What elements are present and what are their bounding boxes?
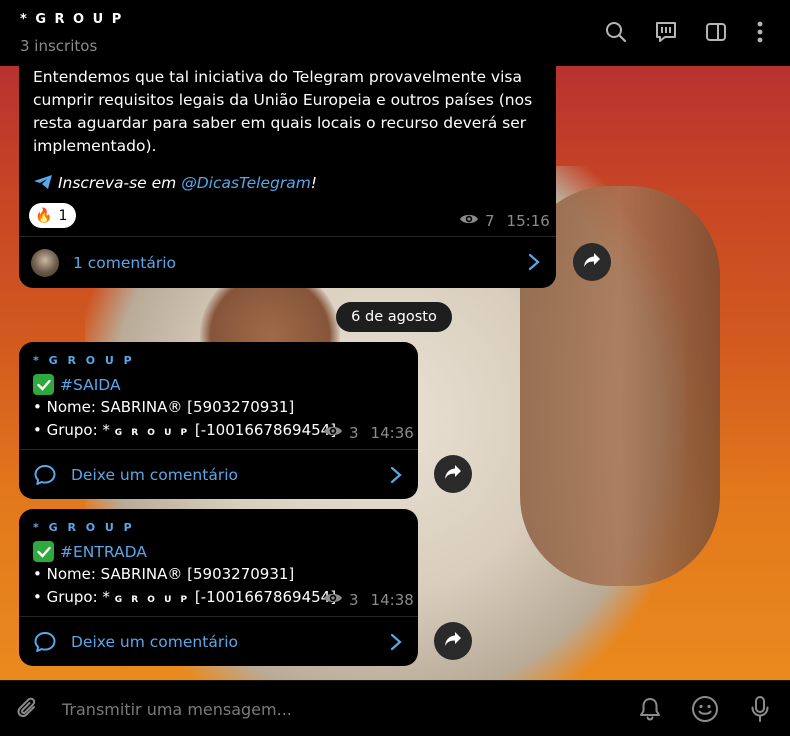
view-count: 7 bbox=[485, 212, 495, 230]
message-composer bbox=[0, 680, 790, 736]
message-sender[interactable]: * G R O U P bbox=[33, 521, 135, 534]
comment-bubble-icon bbox=[33, 463, 57, 487]
post-text: Entendemos que tal iniciativa do Telegra… bbox=[33, 68, 533, 155]
message-group-line: • Grupo: * G R O U P [-1001667869454] bbox=[33, 588, 336, 606]
attach-icon[interactable] bbox=[14, 695, 42, 723]
emoji-icon[interactable] bbox=[691, 695, 719, 723]
channel-message-1: * G R O U P #SAIDA • Nome: SABRINA® [590… bbox=[19, 342, 418, 499]
promo-suffix: ! bbox=[310, 174, 318, 192]
reaction-count: 1 bbox=[58, 207, 68, 224]
channel-title[interactable]: * G R O U P bbox=[20, 12, 123, 27]
chat-header: * G R O U P 3 inscritos bbox=[0, 0, 790, 66]
group-line-name: G R O U P bbox=[114, 428, 191, 438]
search-icon[interactable] bbox=[604, 20, 628, 44]
sidebar-icon[interactable] bbox=[704, 20, 728, 44]
message-input[interactable] bbox=[62, 697, 582, 721]
date-separator: 6 de agosto bbox=[336, 302, 452, 332]
message-name-line: • Nome: SABRINA® [5903270931] bbox=[33, 398, 295, 416]
message-meta: 3 14:38 bbox=[323, 591, 414, 609]
promo-link[interactable]: @DicasTelegram bbox=[181, 174, 311, 192]
share-icon bbox=[583, 252, 601, 272]
checkmark-icon bbox=[33, 374, 54, 395]
commenter-avatar bbox=[31, 248, 59, 277]
hashtag-link[interactable]: #SAIDA bbox=[60, 376, 121, 394]
view-count: 3 bbox=[349, 424, 359, 442]
group-line-id: [-1001667869454] bbox=[190, 421, 337, 439]
telegram-icon bbox=[33, 174, 58, 192]
more-icon[interactable] bbox=[748, 20, 772, 44]
message-group-line: • Grupo: * G R O U P [-1001667869454] bbox=[33, 421, 336, 439]
message-name-line: • Nome: SABRINA® [5903270931] bbox=[33, 565, 295, 583]
share-button[interactable] bbox=[573, 243, 611, 281]
leave-comment-label: Deixe um comentário bbox=[71, 632, 238, 651]
group-line-prefix: • Grupo: * bbox=[33, 421, 115, 439]
channel-post: Entendemos que tal iniciativa do Telegra… bbox=[19, 66, 556, 288]
comment-count-label: 1 comentário bbox=[73, 253, 176, 272]
message-time: 14:36 bbox=[370, 424, 414, 442]
hashtag-link[interactable]: #ENTRADA bbox=[60, 543, 147, 561]
eye-icon bbox=[323, 424, 343, 442]
message-tag: #ENTRADA bbox=[33, 541, 147, 562]
share-button[interactable] bbox=[434, 455, 472, 493]
message-meta: 3 14:36 bbox=[323, 424, 414, 442]
group-line-id: [-1001667869454] bbox=[190, 588, 337, 606]
chevron-right-icon bbox=[390, 633, 402, 655]
chat-icon[interactable] bbox=[654, 20, 678, 44]
bell-icon[interactable] bbox=[636, 695, 664, 723]
chat-background: Entendemos que tal iniciativa do Telegra… bbox=[0, 66, 790, 680]
share-icon bbox=[444, 464, 462, 484]
share-button[interactable] bbox=[434, 622, 472, 660]
leave-comment-label: Deixe um comentário bbox=[71, 465, 238, 484]
leave-comment-button[interactable]: Deixe um comentário bbox=[19, 616, 418, 666]
group-line-name: G R O U P bbox=[114, 595, 191, 605]
post-meta: 7 15:16 bbox=[459, 212, 550, 230]
leave-comment-button[interactable]: Deixe um comentário bbox=[19, 449, 418, 499]
eye-icon bbox=[459, 212, 479, 230]
checkmark-icon bbox=[33, 541, 54, 562]
chevron-right-icon bbox=[528, 253, 540, 275]
reaction-chip[interactable]: 🔥 1 bbox=[29, 203, 77, 228]
eye-icon bbox=[323, 591, 343, 609]
group-line-prefix: • Grupo: * bbox=[33, 588, 115, 606]
promo-prefix: Inscreva-se em bbox=[57, 174, 182, 192]
mic-icon[interactable] bbox=[746, 695, 774, 723]
post-time: 15:16 bbox=[506, 212, 550, 230]
channel-message-2: * G R O U P #ENTRADA • Nome: SABRINA® [5… bbox=[19, 509, 418, 666]
message-time: 14:38 bbox=[370, 591, 414, 609]
comment-bubble-icon bbox=[33, 630, 57, 654]
chevron-right-icon bbox=[390, 466, 402, 488]
comments-button[interactable]: 1 comentário bbox=[19, 236, 556, 288]
message-tag: #SAIDA bbox=[33, 374, 121, 395]
message-sender[interactable]: * G R O U P bbox=[33, 354, 135, 367]
fire-icon: 🔥 bbox=[35, 207, 53, 224]
share-icon bbox=[444, 631, 462, 651]
channel-subscribers[interactable]: 3 inscritos bbox=[20, 37, 97, 55]
post-promo: Inscreva-se em @DicasTelegram! bbox=[33, 174, 317, 192]
view-count: 3 bbox=[349, 591, 359, 609]
